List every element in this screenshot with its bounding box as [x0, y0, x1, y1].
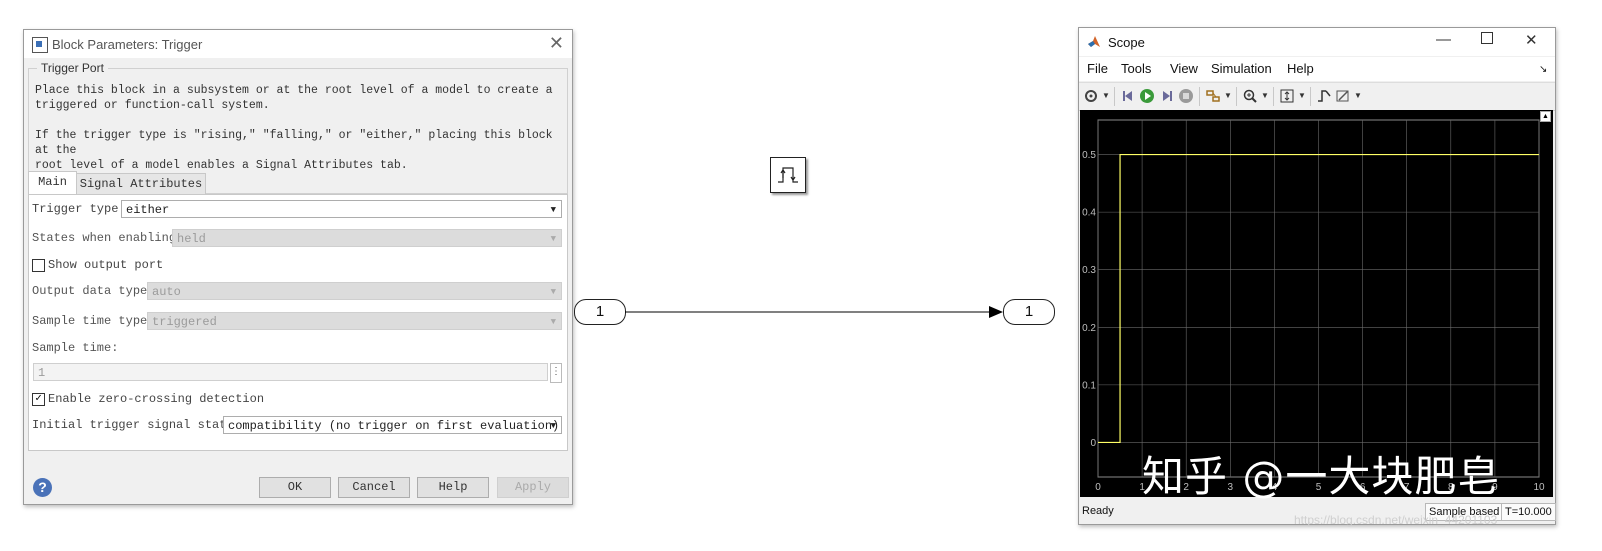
dropdown-arrow-icon: ▼ [550, 205, 556, 215]
scope-title: Scope [1108, 35, 1145, 50]
y-tick-label: 0.2 [1082, 323, 1096, 334]
help-button[interactable]: Help [417, 477, 489, 498]
scale-axes-icon[interactable] [1279, 88, 1295, 104]
y-tick-label: 0 [1090, 438, 1096, 449]
toolbar-separator [1310, 87, 1311, 106]
block-parameters-dialog: Block Parameters: Trigger ✕ Trigger Port… [23, 29, 573, 505]
y-tick-label: 0.1 [1082, 380, 1096, 391]
dropdown-arrow-icon: ▼ [550, 234, 556, 244]
trigger-edge-icon [778, 167, 798, 183]
cancel-button[interactable]: Cancel [338, 477, 410, 498]
dropdown-arrow-icon: ▼ [550, 317, 556, 327]
trigger-type-select[interactable]: either ▼ [121, 200, 562, 218]
dropdown-arrow-icon: ▼ [550, 287, 556, 297]
x-tick-label: 10 [1533, 482, 1545, 493]
states-when-enabling-select: held ▼ [172, 229, 562, 247]
toolbar-separator [1273, 87, 1274, 106]
scope-titlebar[interactable]: Scope — ✕ [1079, 28, 1555, 56]
toolbar-separator [1199, 87, 1200, 106]
menu-simulation[interactable]: Simulation [1211, 61, 1272, 76]
stop-icon[interactable] [1178, 88, 1194, 104]
measurements-icon[interactable] [1335, 88, 1351, 104]
undock-arrow-icon[interactable]: ↘ [1539, 64, 1547, 75]
description-line-2: If the trigger type is "rising," "fallin… [35, 129, 553, 172]
group-title: Trigger Port [37, 61, 108, 75]
dialog-title: Block Parameters: Trigger [52, 37, 203, 52]
states-when-enabling-value: held [177, 232, 206, 246]
maximize-icon[interactable] [1481, 32, 1493, 44]
step-back-icon[interactable] [1120, 88, 1136, 104]
url-watermark: https://blog.csdn.net/weixin_44201103 [1294, 513, 1498, 527]
inport-block[interactable]: 1 [574, 299, 626, 325]
zoom-icon[interactable] [1242, 88, 1258, 104]
expand-toolstrip-icon[interactable]: ▲ [1540, 111, 1551, 122]
x-tick-label: 0 [1095, 482, 1101, 493]
outport-block[interactable]: 1 [1003, 299, 1055, 325]
description-text: Place this block in a subsystem or at th… [35, 83, 565, 173]
status-ready: Ready [1082, 505, 1114, 517]
trigger-type-label: Trigger type: [32, 202, 126, 216]
states-when-enabling-label: States when enabling: [32, 231, 184, 245]
settings-icon[interactable] [1083, 88, 1099, 104]
minimize-icon[interactable]: — [1436, 31, 1451, 48]
sample-time-type-value: triggered [152, 315, 217, 329]
trigger-type-value: either [126, 203, 170, 217]
run-icon[interactable] [1139, 88, 1155, 104]
triggers-icon[interactable] [1316, 88, 1332, 104]
sample-time-field: 1 [33, 363, 548, 381]
description-line-1: Place this block in a subsystem or at th… [35, 84, 553, 112]
menu-view[interactable]: View [1170, 61, 1198, 76]
scope-chart: 0 1 2 3 4 5 6 7 8 9 1000.10.20.30.40.5 [1082, 119, 1545, 493]
chevron-down-icon[interactable]: ▼ [1261, 91, 1269, 100]
dropdown-arrow-icon: ▼ [550, 421, 556, 431]
sample-time-type-select: triggered ▼ [147, 312, 562, 330]
menu-file[interactable]: File [1087, 61, 1108, 76]
simulink-block-icon [32, 37, 48, 53]
more-options-icon[interactable]: ⋮ [550, 363, 562, 383]
sample-time-type-label: Sample time type: [32, 314, 155, 328]
dialog-titlebar[interactable]: Block Parameters: Trigger ✕ [24, 30, 572, 58]
tab-signal-attributes[interactable]: Signal Attributes [76, 173, 206, 195]
main-tab-pane: Trigger type: either ▼ States when enabl… [28, 194, 568, 451]
trigger-block[interactable] [770, 157, 806, 193]
output-data-type-select: auto ▼ [147, 282, 562, 300]
initial-trigger-label: Initial trigger signal state: [32, 418, 241, 432]
matlab-icon [1088, 36, 1100, 47]
toolbar-separator [1236, 87, 1237, 106]
question-circle-icon[interactable]: ? [33, 478, 52, 497]
output-data-type-value: auto [152, 285, 181, 299]
status-time: T=10.000 [1501, 503, 1556, 521]
zero-crossing-checkbox[interactable]: ✓ [32, 393, 45, 406]
signal-line[interactable] [625, 305, 1005, 319]
scope-plot-area[interactable]: ▲ 0 1 2 3 4 5 6 7 8 9 10 0 0.1 0.2 0.3 0.4 0.5 [1080, 110, 1553, 497]
chevron-down-icon[interactable]: ▼ [1224, 91, 1232, 100]
y-tick-label: 0.4 [1082, 208, 1096, 219]
show-output-port-checkbox[interactable] [32, 259, 45, 272]
apply-button: Apply [497, 477, 569, 498]
highlight-block-icon[interactable] [1205, 88, 1221, 104]
toolbar-separator [1114, 87, 1115, 106]
initial-trigger-select[interactable]: compatibility (no trigger on first evalu… [223, 416, 562, 434]
zero-crossing-label: Enable zero-crossing detection [48, 392, 265, 406]
menu-help[interactable]: Help [1287, 61, 1314, 76]
initial-trigger-value: compatibility (no trigger on first evalu… [228, 419, 560, 433]
chevron-down-icon[interactable]: ▼ [1354, 91, 1362, 100]
close-icon[interactable]: ✕ [1525, 31, 1538, 49]
y-tick-label: 0.3 [1082, 265, 1096, 276]
sample-time-label: Sample time: [32, 341, 119, 355]
close-icon[interactable]: ✕ [549, 33, 564, 54]
menu-tools[interactable]: Tools [1121, 61, 1151, 76]
chevron-down-icon[interactable]: ▼ [1102, 91, 1110, 100]
zhihu-watermark: 知乎 @一大块肥皂 [1142, 452, 1501, 501]
show-output-port-label: Show output port [48, 258, 164, 272]
chevron-down-icon[interactable]: ▼ [1298, 91, 1306, 100]
y-tick-label: 0.5 [1082, 150, 1096, 161]
tab-main[interactable]: Main [28, 171, 77, 196]
output-data-type-label: Output data type: [32, 284, 155, 298]
scope-toolbar: ▼ ▼ ▼ ▼ ▼ [1079, 82, 1555, 111]
step-forward-icon[interactable] [1159, 88, 1175, 104]
menu-bar: File Tools View Simulation Help ↘ [1079, 57, 1555, 81]
ok-button[interactable]: OK [259, 477, 331, 498]
